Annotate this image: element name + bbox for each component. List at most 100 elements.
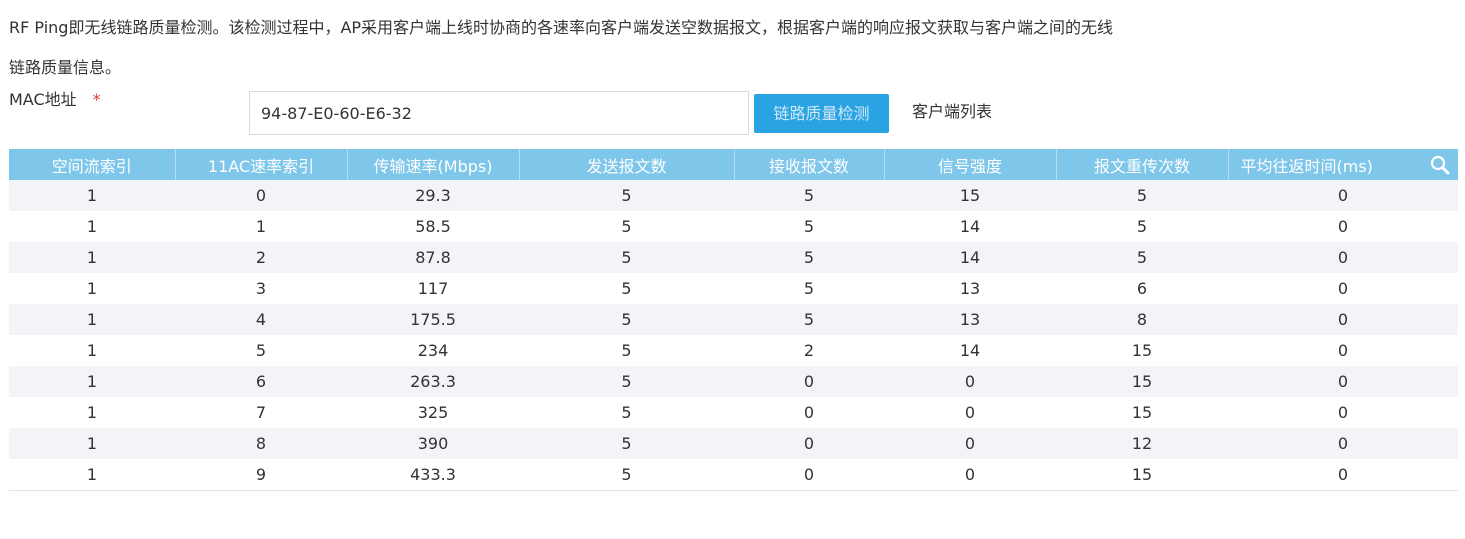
cell-signal-strength: 14 — [884, 211, 1056, 242]
table-row[interactable]: 1 3 117 5 5 13 6 0 — [9, 273, 1458, 304]
cell-11ac-rate-index: 4 — [175, 304, 347, 335]
cell-stream-index: 1 — [9, 242, 175, 273]
cell-avg-rtt: 0 — [1228, 273, 1458, 304]
cell-packets-sent: 5 — [519, 335, 734, 366]
cell-retransmissions: 6 — [1056, 273, 1228, 304]
cell-packets-sent: 5 — [519, 273, 734, 304]
cell-11ac-rate-index: 9 — [175, 459, 347, 491]
cell-packets-received: 5 — [734, 211, 884, 242]
cell-packets-sent: 5 — [519, 180, 734, 211]
cell-avg-rtt: 0 — [1228, 459, 1458, 491]
column-header-retransmissions[interactable]: 报文重传次数 — [1056, 149, 1229, 180]
cell-stream-index: 1 — [9, 366, 175, 397]
cell-11ac-rate-index: 7 — [175, 397, 347, 428]
link-quality-table: 空间流索引 11AC速率索引 传输速率(Mbps) 发送报文数 接收报文数 信号… — [9, 149, 1458, 491]
cell-avg-rtt: 0 — [1228, 180, 1458, 211]
table-header-row: 空间流索引 11AC速率索引 传输速率(Mbps) 发送报文数 接收报文数 信号… — [9, 149, 1458, 180]
description-line-2: 链路质量信息。 — [9, 58, 122, 77]
cell-11ac-rate-index: 1 — [175, 211, 347, 242]
cell-packets-received: 5 — [734, 273, 884, 304]
search-icon[interactable] — [1430, 155, 1450, 175]
rf-ping-page: RF Ping即无线链路质量检测。该检测过程中，AP采用客户端上线时协商的各速率… — [0, 0, 1465, 539]
table-body: 1 0 29.3 5 5 15 5 0 1 1 58.5 5 5 14 5 0 1 2 87.8 5 5 14 5 0 1 3 11… — [9, 180, 1458, 491]
cell-packets-sent: 5 — [519, 304, 734, 335]
cell-tx-rate: 390 — [347, 428, 519, 459]
cell-stream-index: 1 — [9, 211, 175, 242]
column-header-packets-received[interactable]: 接收报文数 — [734, 149, 885, 180]
cell-signal-strength: 14 — [884, 335, 1056, 366]
column-header-signal-strength[interactable]: 信号强度 — [884, 149, 1057, 180]
cell-tx-rate: 87.8 — [347, 242, 519, 273]
cell-signal-strength: 13 — [884, 273, 1056, 304]
cell-stream-index: 1 — [9, 428, 175, 459]
mac-label-text: MAC地址 — [9, 90, 77, 109]
cell-signal-strength: 14 — [884, 242, 1056, 273]
cell-tx-rate: 58.5 — [347, 211, 519, 242]
cell-packets-received: 0 — [734, 428, 884, 459]
table-row[interactable]: 1 4 175.5 5 5 13 8 0 — [9, 304, 1458, 335]
cell-packets-received: 5 — [734, 304, 884, 335]
cell-signal-strength: 0 — [884, 428, 1056, 459]
table-row[interactable]: 1 6 263.3 5 0 0 15 0 — [9, 366, 1458, 397]
cell-packets-received: 0 — [734, 459, 884, 491]
cell-packets-received: 5 — [734, 242, 884, 273]
cell-avg-rtt: 0 — [1228, 211, 1458, 242]
cell-signal-strength: 0 — [884, 397, 1056, 428]
cell-packets-sent: 5 — [519, 397, 734, 428]
column-header-11ac-rate-index[interactable]: 11AC速率索引 — [175, 149, 348, 180]
cell-avg-rtt: 0 — [1228, 428, 1458, 459]
cell-packets-sent: 5 — [519, 211, 734, 242]
cell-retransmissions: 15 — [1056, 397, 1228, 428]
column-header-avg-rtt[interactable]: 平均往返时间(ms) — [1228, 149, 1458, 180]
table-row[interactable]: 1 7 325 5 0 0 15 0 — [9, 397, 1458, 428]
cell-11ac-rate-index: 8 — [175, 428, 347, 459]
cell-retransmissions: 15 — [1056, 459, 1228, 491]
cell-signal-strength: 0 — [884, 459, 1056, 491]
link-quality-check-button[interactable]: 链路质量检测 — [754, 94, 889, 133]
cell-packets-received: 0 — [734, 397, 884, 428]
cell-11ac-rate-index: 6 — [175, 366, 347, 397]
cell-packets-received: 2 — [734, 335, 884, 366]
cell-packets-received: 5 — [734, 180, 884, 211]
cell-avg-rtt: 0 — [1228, 397, 1458, 428]
table-row[interactable]: 1 9 433.3 5 0 0 15 0 — [9, 459, 1458, 491]
cell-stream-index: 1 — [9, 397, 175, 428]
cell-11ac-rate-index: 0 — [175, 180, 347, 211]
cell-stream-index: 1 — [9, 273, 175, 304]
cell-11ac-rate-index: 2 — [175, 242, 347, 273]
table-row[interactable]: 1 0 29.3 5 5 15 5 0 — [9, 180, 1458, 211]
cell-11ac-rate-index: 5 — [175, 335, 347, 366]
table-row[interactable]: 1 2 87.8 5 5 14 5 0 — [9, 242, 1458, 273]
cell-stream-index: 1 — [9, 180, 175, 211]
cell-retransmissions: 12 — [1056, 428, 1228, 459]
column-header-packets-sent[interactable]: 发送报文数 — [519, 149, 735, 180]
cell-retransmissions: 8 — [1056, 304, 1228, 335]
cell-retransmissions: 5 — [1056, 180, 1228, 211]
cell-signal-strength: 13 — [884, 304, 1056, 335]
cell-stream-index: 1 — [9, 304, 175, 335]
cell-signal-strength: 15 — [884, 180, 1056, 211]
cell-tx-rate: 325 — [347, 397, 519, 428]
cell-tx-rate: 117 — [347, 273, 519, 304]
table-row[interactable]: 1 8 390 5 0 0 12 0 — [9, 428, 1458, 459]
cell-tx-rate: 175.5 — [347, 304, 519, 335]
mac-address-input[interactable] — [249, 91, 749, 135]
description-text: RF Ping即无线链路质量检测。该检测过程中，AP采用客户端上线时协商的各速率… — [9, 8, 1229, 88]
table-row[interactable]: 1 1 58.5 5 5 14 5 0 — [9, 211, 1458, 242]
client-list-link[interactable]: 客户端列表 — [912, 100, 992, 124]
cell-11ac-rate-index: 3 — [175, 273, 347, 304]
column-header-tx-rate[interactable]: 传输速率(Mbps) — [347, 149, 520, 180]
cell-tx-rate: 234 — [347, 335, 519, 366]
cell-retransmissions: 15 — [1056, 366, 1228, 397]
cell-stream-index: 1 — [9, 459, 175, 491]
cell-avg-rtt: 0 — [1228, 242, 1458, 273]
cell-avg-rtt: 0 — [1228, 366, 1458, 397]
cell-tx-rate: 263.3 — [347, 366, 519, 397]
table-row[interactable]: 1 5 234 5 2 14 15 0 — [9, 335, 1458, 366]
required-asterisk: * — [92, 90, 101, 109]
cell-retransmissions: 5 — [1056, 242, 1228, 273]
cell-retransmissions: 15 — [1056, 335, 1228, 366]
column-header-stream-index[interactable]: 空间流索引 — [9, 149, 176, 180]
cell-packets-sent: 5 — [519, 366, 734, 397]
cell-signal-strength: 0 — [884, 366, 1056, 397]
